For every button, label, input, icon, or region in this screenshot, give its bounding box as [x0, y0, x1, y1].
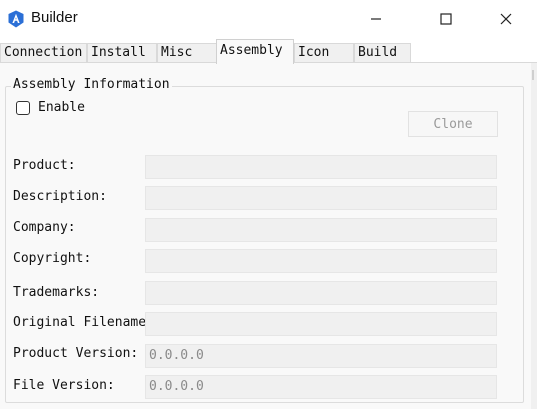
- minimize-button[interactable]: [353, 0, 399, 38]
- company-label: Company:: [13, 220, 76, 235]
- app-logo-icon: [7, 10, 25, 28]
- tab-build[interactable]: Build: [354, 43, 411, 63]
- tab-assembly[interactable]: Assembly: [216, 39, 294, 64]
- builder-window: Builder Connection Install Misc Assembly…: [0, 0, 537, 409]
- minimize-icon: [371, 18, 381, 20]
- file-version-field[interactable]: 0.0.0.0: [145, 375, 497, 399]
- tab-icon[interactable]: Icon: [294, 43, 354, 63]
- original-filename-field[interactable]: [145, 312, 497, 336]
- close-button[interactable]: [483, 0, 529, 38]
- panel-scroll-edge: [531, 63, 537, 409]
- copyright-label: Copyright:: [13, 251, 92, 266]
- company-field[interactable]: [145, 218, 497, 242]
- title-bar: Builder: [0, 0, 537, 38]
- tab-misc[interactable]: Misc: [157, 43, 217, 63]
- description-field[interactable]: [145, 186, 497, 210]
- tab-bar: Connection Install Misc Assembly Icon Bu…: [0, 38, 537, 64]
- file-version-label: File Version:: [13, 378, 115, 393]
- original-filename-label: Original Filename:: [13, 315, 154, 330]
- enable-checkbox[interactable]: [16, 101, 30, 115]
- description-label: Description:: [13, 189, 107, 204]
- close-icon: [500, 13, 512, 25]
- clone-button[interactable]: Clone: [408, 111, 498, 137]
- window-title: Builder: [31, 9, 78, 26]
- tab-connection[interactable]: Connection: [0, 43, 87, 63]
- product-version-field[interactable]: 0.0.0.0: [145, 344, 497, 368]
- trademarks-label: Trademarks:: [13, 285, 100, 300]
- tab-install[interactable]: Install: [87, 43, 157, 63]
- maximize-icon: [440, 13, 452, 25]
- maximize-button[interactable]: [423, 0, 469, 38]
- group-title: Assembly Information: [11, 77, 172, 92]
- product-label: Product:: [13, 158, 76, 173]
- product-version-label: Product Version:: [13, 346, 139, 361]
- trademarks-field[interactable]: [145, 281, 497, 305]
- copyright-field[interactable]: [145, 249, 497, 273]
- enable-label[interactable]: Enable: [38, 100, 85, 115]
- product-field[interactable]: [145, 155, 497, 179]
- scroll-marker: [532, 70, 534, 80]
